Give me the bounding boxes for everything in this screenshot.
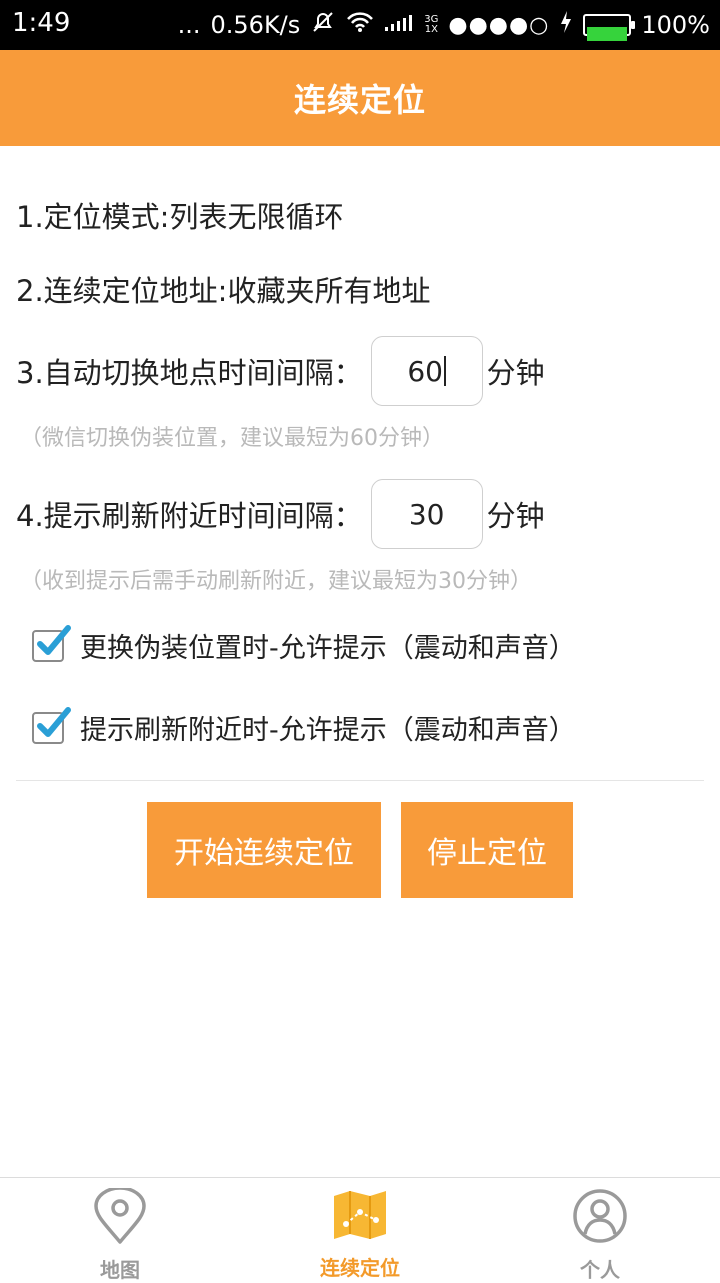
- network-type: 3G 1X: [424, 14, 439, 35]
- folded-map-icon: [332, 1188, 388, 1242]
- page-title: 连续定位: [293, 81, 426, 119]
- wifi-icon: [346, 10, 374, 40]
- nav-item-continuous-location[interactable]: 连续定位: [240, 1178, 480, 1281]
- status-icons: ... 0.56K/s 3G 1X ●●●●○ 100%: [178, 0, 710, 50]
- refresh-notify-label: 提示刷新附近时-允许提示（震动和声音）: [80, 715, 576, 746]
- refresh-interval-unit: 分钟: [486, 499, 545, 533]
- check-icon: [37, 624, 71, 655]
- switch-interval-unit: 分钟: [486, 356, 545, 390]
- refresh-interval-label: 4.提示刷新附近时间间隔：: [16, 499, 363, 533]
- nav-label-continuous-location: 连续定位: [320, 1256, 400, 1280]
- map-pin-icon: [93, 1188, 147, 1244]
- mute-alarm-icon: [310, 9, 336, 42]
- start-continuous-location-button[interactable]: 开始连续定位: [147, 802, 381, 898]
- switch-interval-hint: （微信切换伪装位置，建议最短为60分钟）: [20, 426, 444, 451]
- network-speed: 0.56K/s: [210, 11, 301, 39]
- battery-percent: 100%: [641, 11, 710, 39]
- refresh-interval-hint: （收到提示后需手动刷新附近，建议最短为30分钟）: [20, 569, 532, 594]
- mode-text: 1.定位模式:列表无限循环: [16, 200, 344, 234]
- switch-notify-checkbox[interactable]: [32, 624, 71, 662]
- divider: [16, 780, 704, 781]
- refresh-interval-input[interactable]: 30: [370, 479, 483, 549]
- person-icon: [572, 1188, 628, 1244]
- check-icon: [37, 706, 71, 737]
- signal-dots: ●●●●○: [448, 12, 550, 38]
- more-indicator: ...: [177, 11, 201, 39]
- status-bar: 1:49 ... 0.56K/s 3G 1X ●●●●○ 100%: [0, 0, 720, 50]
- switch-notify-checkbox-row[interactable]: 更换伪装位置时-允许提示（震动和声音）: [32, 624, 576, 665]
- charging-icon: [559, 10, 573, 41]
- nav-item-map[interactable]: 地图: [0, 1178, 240, 1282]
- switch-interval-input[interactable]: 60: [370, 336, 483, 406]
- stop-location-button[interactable]: 停止定位: [401, 802, 573, 898]
- signal-bars-icon: [384, 10, 414, 40]
- switch-notify-label: 更换伪装位置时-允许提示（震动和声音）: [80, 633, 576, 664]
- switch-interval-row: 3.自动切换地点时间间隔： 60 分钟: [16, 336, 545, 406]
- text-cursor: [443, 356, 446, 386]
- nav-label-personal: 个人: [580, 1258, 620, 1282]
- battery-icon: [583, 14, 636, 41]
- switch-interval-label: 3.自动切换地点时间间隔：: [16, 356, 363, 390]
- refresh-notify-checkbox-row[interactable]: 提示刷新附近时-允许提示（震动和声音）: [32, 706, 576, 747]
- title-bar: 连续定位: [0, 50, 720, 146]
- bottom-nav: 地图 连续定位 个人: [0, 1177, 720, 1282]
- refresh-interval-row: 4.提示刷新附近时间间隔： 30 分钟: [16, 479, 545, 549]
- nav-item-personal[interactable]: 个人: [480, 1178, 720, 1282]
- refresh-notify-checkbox[interactable]: [32, 706, 71, 744]
- nav-label-map: 地图: [100, 1258, 140, 1282]
- status-time: 1:49: [12, 8, 71, 38]
- address-text: 2.连续定位地址:收藏夹所有地址: [16, 274, 431, 308]
